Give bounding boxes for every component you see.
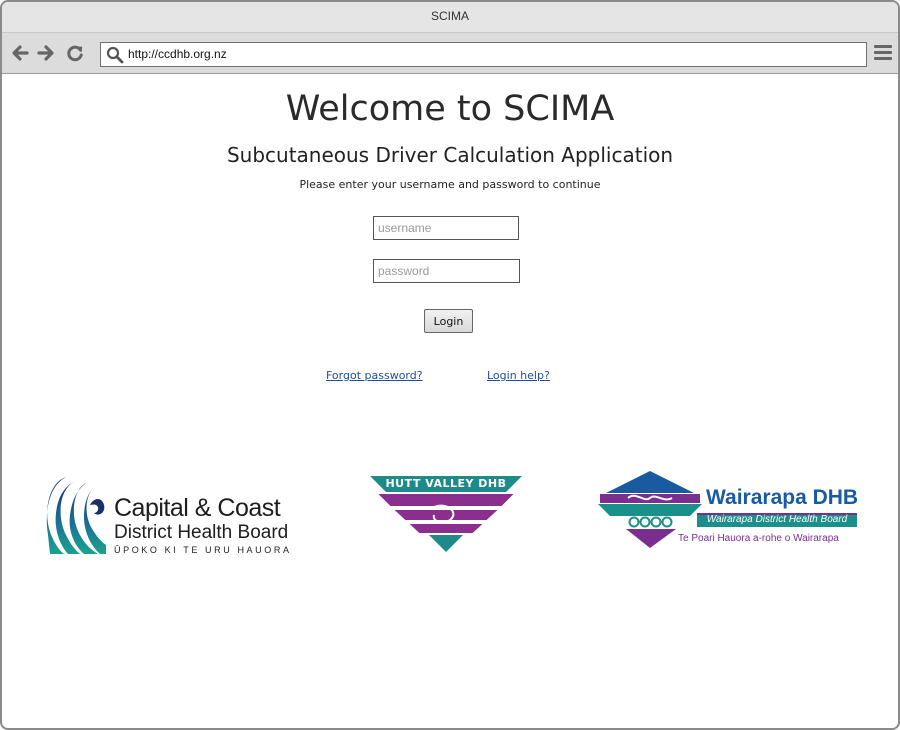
forward-button[interactable] [36, 43, 56, 63]
browser-toolbar: http://ccdhb.org.nz [2, 33, 898, 74]
browser-window: SCIMA http://ccdhb.org.nz Welcome to SCI… [0, 0, 900, 730]
address-bar[interactable]: http://ccdhb.org.nz [100, 42, 867, 67]
page-title: Welcome to SCIMA [285, 89, 615, 129]
ccdhb-wave-icon [46, 477, 106, 554]
ccdhb-name-line3: ŪPOKO KI TE URU HAUORA [114, 545, 292, 555]
wairarapa-logo: Wairarapa DHB Wairarapa District Health … [598, 471, 858, 551]
login-instructions: Please enter your username and password … [299, 178, 601, 191]
reload-icon [67, 45, 83, 62]
url-text: http://ccdhb.org.nz [128, 47, 227, 61]
window-titlebar: SCIMA [2, 2, 898, 33]
arrow-left-icon [12, 45, 29, 61]
ccdhb-logo: Capital & Coast District Health Board ŪP… [46, 475, 296, 557]
search-icon [106, 46, 124, 64]
reload-button[interactable] [65, 43, 85, 63]
page-content: Welcome to SCIMA Subcutaneous Driver Cal… [2, 75, 898, 728]
password-input[interactable] [373, 259, 520, 283]
page-subtitle: Subcutaneous Driver Calculation Applicat… [226, 143, 674, 167]
back-button[interactable] [10, 43, 30, 63]
wairarapa-name: Wairarapa DHB [706, 486, 859, 509]
login-help-link[interactable]: Login help? [487, 369, 550, 382]
hamburger-menu-icon [874, 45, 892, 60]
ccdhb-name-line2: District Health Board [114, 522, 289, 543]
hutt-valley-logo: HUTT VALLEY DHB [370, 476, 522, 552]
window-title: SCIMA [430, 9, 469, 23]
login-button[interactable]: Login [424, 309, 473, 333]
forgot-password-link[interactable]: Forgot password? [326, 369, 423, 382]
wairarapa-name-line2: Wairarapa District Health Board [706, 514, 848, 525]
ccdhb-name-line1: Capital & Coast [114, 494, 281, 522]
arrow-right-icon [37, 45, 54, 61]
wairarapa-name-line3: Te Poari Hauora a-rohe o Wairarapa [678, 533, 839, 544]
username-input[interactable] [373, 216, 519, 240]
hutt-valley-name: HUTT VALLEY DHB [385, 477, 507, 490]
browser-menu-button[interactable] [874, 45, 892, 62]
